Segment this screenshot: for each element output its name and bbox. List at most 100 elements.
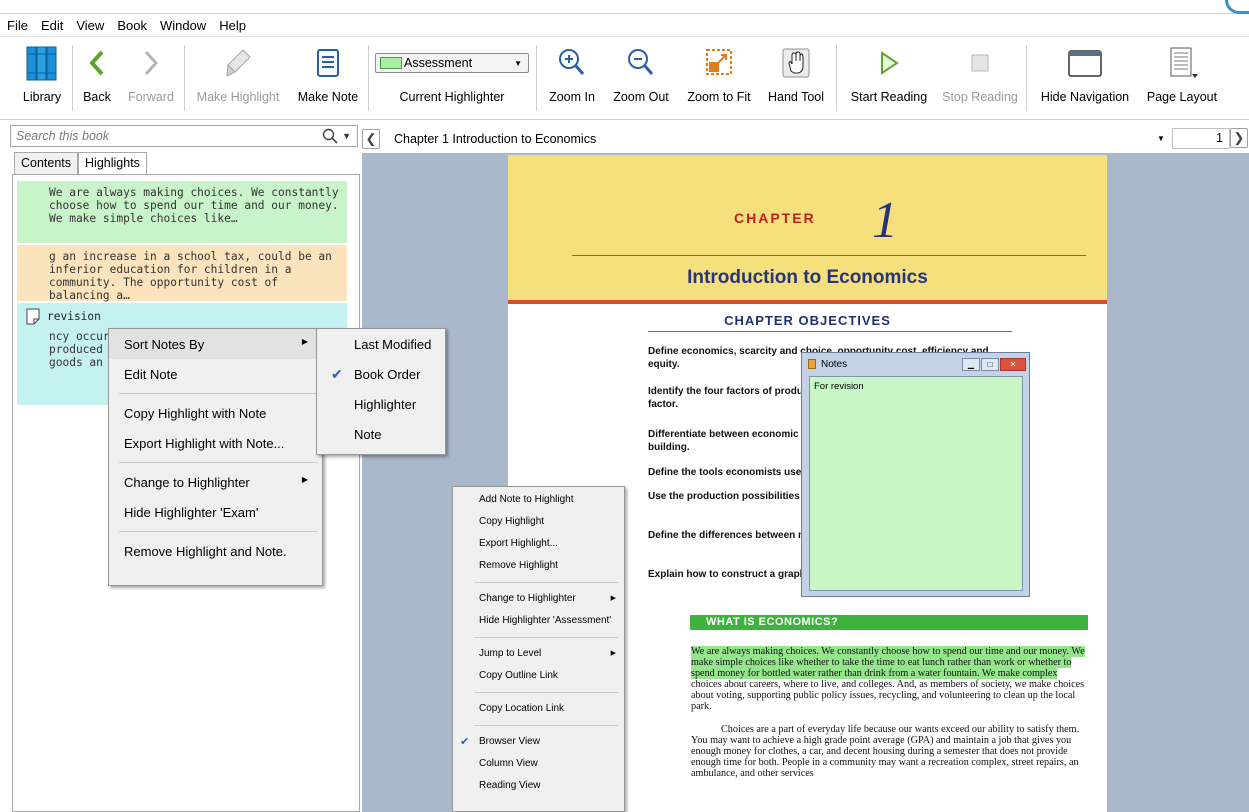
menu-item-add-note-to-highlight[interactable]: Add Note to Highlight	[453, 489, 624, 511]
menu-item-sort-notes-by[interactable]: Sort Notes By ▶	[109, 329, 322, 359]
menu-item-reading-view[interactable]: Reading View	[453, 775, 624, 797]
forward-chevron-icon	[141, 43, 161, 83]
highlight-item[interactable]: g an increase in a school tax, could be …	[17, 245, 347, 302]
close-button[interactable]: ✕	[1000, 357, 1026, 371]
menu-item-label: Book Order	[354, 367, 421, 382]
highlighter-color-swatch	[380, 57, 402, 69]
start-reading-label: Start Reading	[850, 90, 928, 104]
maximize-button[interactable]: □	[981, 357, 999, 371]
body-text: choices about careers, where to live, an…	[691, 679, 1085, 712]
page-layout-label: Page Layout	[1146, 90, 1218, 104]
make-note-button[interactable]: Make Note	[292, 43, 364, 115]
toolbar-separator	[536, 45, 537, 111]
menu-edit[interactable]: Edit	[34, 18, 69, 33]
menu-item-jump-to-level[interactable]: Jump to Level ▶	[453, 643, 624, 665]
back-button[interactable]: Back	[80, 43, 114, 115]
menu-item-copy-location-link[interactable]: Copy Location Link	[453, 698, 624, 720]
menu-item-edit-note[interactable]: Edit Note	[109, 359, 322, 389]
library-button[interactable]: Library	[18, 43, 66, 115]
chapter-title: Introduction to Economics	[687, 267, 928, 288]
menu-item-label: Browser View	[479, 736, 540, 747]
menu-item-export-highlight-with-note[interactable]: Export Highlight with Note...	[109, 428, 322, 458]
menu-file[interactable]: File	[0, 18, 34, 33]
zoom-out-label: Zoom Out	[613, 90, 669, 104]
toolbar-separator	[368, 45, 369, 111]
search-options-dropdown-icon[interactable]: ▼	[342, 131, 351, 141]
current-highlighter-label: Current Highlighter	[399, 90, 505, 104]
make-note-label: Make Note	[297, 90, 359, 104]
menu-separator	[475, 582, 618, 583]
menu-item-column-view[interactable]: Column View	[453, 753, 624, 775]
menu-item-note[interactable]: Note	[317, 419, 445, 449]
sidebar-tabs: Contents Highlights	[14, 152, 147, 176]
menu-item-copy-highlight-with-note[interactable]: Copy Highlight with Note	[109, 398, 322, 428]
page-number-input[interactable]: 1	[1172, 128, 1230, 149]
page-layout-button[interactable]: Page Layout	[1142, 43, 1222, 115]
menu-item-change-to-highlighter[interactable]: Change to Highlighter ▶	[109, 467, 322, 497]
current-highlighter-select[interactable]: Assessment ▼	[375, 53, 529, 73]
make-highlight-button[interactable]: Make Highlight	[190, 43, 286, 115]
menu-view[interactable]: View	[69, 18, 110, 33]
previous-chapter-button[interactable]: ❮	[362, 129, 380, 149]
menu-item-export-highlight[interactable]: Export Highlight...	[453, 533, 624, 555]
zoom-in-button[interactable]: Zoom In	[542, 43, 602, 115]
menu-item-copy-highlight[interactable]: Copy Highlight	[453, 511, 624, 533]
highlight-item[interactable]: We are always making choices. We constan…	[17, 181, 347, 243]
menu-item-hide-highlighter[interactable]: Hide Highlighter 'Exam'	[109, 497, 322, 527]
tab-highlights[interactable]: Highlights	[78, 152, 147, 176]
chevron-left-icon: ❮	[365, 131, 377, 146]
back-chevron-icon	[87, 43, 107, 83]
hide-navigation-button[interactable]: Hide Navigation	[1032, 43, 1138, 115]
sort-notes-submenu: Last Modified ✔ Book Order Highlighter No…	[316, 328, 446, 455]
zoom-in-label: Zoom In	[549, 90, 595, 104]
menu-item-label: Jump to Level	[479, 648, 542, 659]
notes-window[interactable]: Notes ▁ □ ✕ For revision	[801, 352, 1030, 597]
search-input[interactable]: Search this book ▼	[10, 125, 358, 147]
menu-item-copy-outline-link[interactable]: Copy Outline Link	[453, 665, 624, 687]
highlighted-text[interactable]: We are always making choices. We constan…	[691, 646, 1085, 679]
menu-window[interactable]: Window	[153, 18, 212, 33]
tab-contents[interactable]: Contents	[14, 152, 79, 174]
zoom-out-button[interactable]: Zoom Out	[606, 43, 676, 115]
menu-help[interactable]: Help	[212, 18, 252, 33]
minimize-button[interactable]: ▁	[962, 357, 980, 371]
menu-item-last-modified[interactable]: Last Modified	[317, 329, 445, 359]
menu-book[interactable]: Book	[110, 18, 153, 33]
note-title-row: revision	[25, 308, 339, 325]
window-top-edge	[0, 0, 1249, 14]
body-paragraph: We are always making choices. We constan…	[691, 646, 1089, 712]
zoom-to-fit-label: Zoom to Fit	[687, 90, 751, 104]
chapter-dropdown-arrow-icon[interactable]: ▼	[1157, 134, 1165, 143]
chapter-dropdown-label[interactable]: Chapter 1 Introduction to Economics	[394, 132, 596, 146]
zoom-to-fit-button[interactable]: Zoom to Fit	[680, 43, 758, 115]
menu-item-remove-highlight-and-note[interactable]: Remove Highlight and Note.	[109, 536, 322, 566]
hand-tool-button[interactable]: Hand Tool	[762, 43, 830, 115]
start-reading-button[interactable]: Start Reading	[844, 43, 934, 115]
current-highlighter-control: Assessment ▼ Current Highlighter	[372, 43, 532, 115]
menu-separator	[475, 637, 618, 638]
zoom-out-icon	[626, 43, 656, 83]
menu-separator	[475, 725, 618, 726]
note-textarea[interactable]: For revision	[809, 376, 1023, 591]
search-icon[interactable]	[322, 128, 338, 144]
section-heading: WHAT IS ECONOMICS?	[690, 615, 1088, 630]
chapter-band-border	[508, 300, 1107, 304]
menu-item-change-to-highlighter[interactable]: Change to Highlighter ▶	[453, 588, 624, 610]
forward-button[interactable]: Forward	[124, 43, 178, 115]
note-snippet: ncy occurs produced goods an	[49, 330, 117, 369]
menu-item-browser-view[interactable]: ✔ Browser View	[453, 731, 624, 753]
submenu-arrow-icon: ▶	[301, 475, 308, 484]
menu-separator	[119, 393, 318, 394]
next-page-button[interactable]: ❯	[1230, 128, 1248, 148]
menu-item-hide-highlighter[interactable]: Hide Highlighter 'Assessment'	[453, 610, 624, 632]
zoom-to-fit-icon	[704, 43, 734, 83]
menu-item-remove-highlight[interactable]: Remove Highlight	[453, 555, 624, 577]
window-icon	[1067, 43, 1103, 83]
notes-titlebar[interactable]: Notes ▁ □ ✕	[802, 353, 1029, 375]
menu-item-highlighter[interactable]: Highlighter	[317, 389, 445, 419]
menu-item-book-order[interactable]: ✔ Book Order	[317, 359, 445, 389]
stop-reading-button[interactable]: Stop Reading	[938, 43, 1022, 115]
toolbar: Library Back Forward Make Highlight Make…	[0, 36, 1249, 120]
library-icon	[25, 43, 59, 83]
submenu-arrow-icon: ▶	[610, 595, 616, 602]
